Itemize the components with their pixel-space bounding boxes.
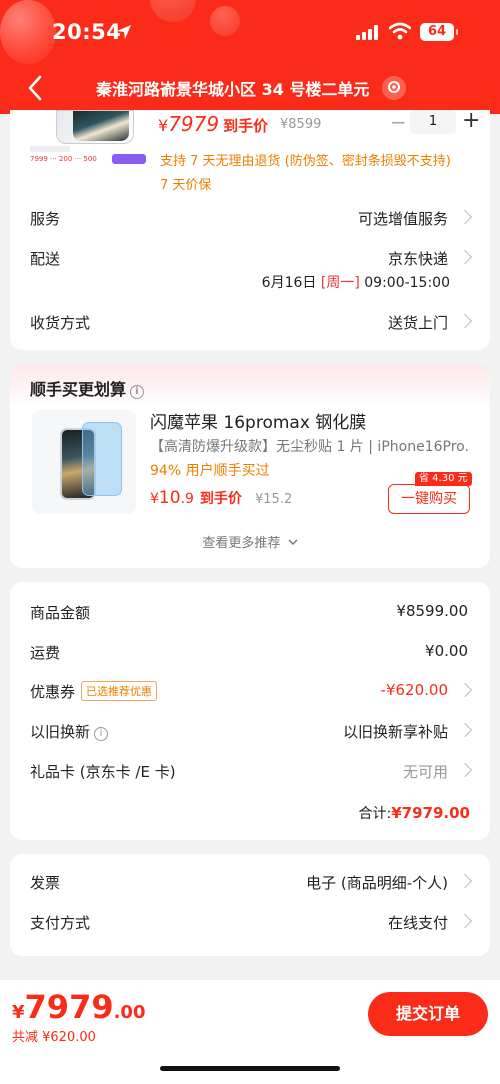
recommend-price: ¥10.9 到手价 <box>150 488 242 508</box>
subtotal: 合计:¥7979.00 <box>358 804 470 822</box>
recommend-original-price: ¥15.2 <box>255 492 293 507</box>
service-row[interactable]: 服务 可选增值服务 <box>30 208 473 232</box>
submit-order-button[interactable]: 提交订单 <box>368 992 488 1036</box>
trade-in-row[interactable]: 以旧换新 i 以旧换新享补贴 <box>30 721 473 745</box>
chevron-right-icon <box>457 873 473 889</box>
screen-protector-image[interactable] <box>32 410 136 514</box>
recommend-buyers-rate: 94% 用户顺手买过 <box>150 463 270 479</box>
receive-method-row[interactable]: 收货方式 送货上门 <box>30 312 473 336</box>
chevron-right-icon <box>457 209 473 225</box>
delivery-row[interactable]: 配送 京东快递 <box>30 248 473 272</box>
status-bar: 20:54 64 <box>0 0 500 64</box>
chevron-right-icon <box>457 913 473 929</box>
battery-icon: 64 <box>420 23 458 41</box>
nav-bar: 秦淮河路嵛景华城小区 34 号楼二单元 <box>0 66 500 110</box>
save-badge: 省 4.30 元 <box>415 472 472 486</box>
product-price: ¥7979 到手价 <box>158 112 269 136</box>
invoice-payment-card: 发票 电子 (商品明细-个人) 支付方式 在线支付 <box>10 854 490 956</box>
increase-button[interactable]: + <box>462 110 480 132</box>
map-pin-icon[interactable] <box>382 76 406 100</box>
invoice-row[interactable]: 发票 电子 (商品明细-个人) <box>30 872 473 896</box>
one-click-buy-button[interactable]: 一键购买 <box>388 484 470 514</box>
quantity-input[interactable]: 1 <box>410 110 456 134</box>
shipping-row: 运费 ¥0.00 <box>30 642 468 662</box>
info-icon[interactable]: i <box>130 385 145 399</box>
chevron-down-icon <box>288 539 298 546</box>
coupon-row[interactable]: 优惠券 已选推荐优惠 -¥620.00 <box>30 681 473 705</box>
quantity-stepper: − 1 + <box>390 110 480 138</box>
chevron-right-icon <box>457 762 473 778</box>
delivery-time: 6月16日 [周一] 09:00-15:00 <box>261 275 450 291</box>
recommend-product-subtitle: 【高清防爆升级款】无尘秒贴 1 片 | iPhone16Pro... <box>150 439 470 455</box>
recommend-card: 顺手买更划算 i 闪魔苹果 16promax 钢化膜 【高清防爆升级款】无尘秒贴 … <box>10 364 490 568</box>
gift-card-row[interactable]: 礼品卡 (京东卡 /E 卡) 无可用 <box>30 761 473 785</box>
decrease-button[interactable]: − <box>390 110 407 134</box>
more-recommend-link[interactable]: 查看更多推荐 <box>10 532 490 551</box>
bottom-bar: ¥7979.00 共减 ¥620.00 提交订单 <box>0 980 500 1084</box>
chevron-right-icon <box>457 722 473 738</box>
header-bar: 20:54 64 秦淮河路嵛景华城小区 34 号楼二单元 <box>0 0 500 114</box>
price-protection-notice: 7 天价保 <box>160 178 212 193</box>
price-detail-card: 商品金额 ¥8599.00 运费 ¥0.00 优惠券 已选推荐优惠 -¥620.0… <box>10 582 490 840</box>
chevron-right-icon <box>457 682 473 698</box>
chevron-right-icon <box>457 313 473 329</box>
recommend-title: 顺手买更划算 i <box>30 376 145 400</box>
goods-amount-row: 商品金额 ¥8599.00 <box>30 602 468 622</box>
return-policy-notice: 支持 7 天无理由退货 (防伪签、密封条损毁不支持) <box>160 154 451 169</box>
product-original-price: ¥8599 <box>280 117 322 132</box>
home-indicator <box>160 1066 340 1071</box>
back-arrow-icon[interactable] <box>24 74 48 102</box>
delivery-address[interactable]: 秦淮河路嵛景华城小区 34 号楼二单元 <box>96 76 369 100</box>
chevron-right-icon <box>457 249 473 265</box>
promo-strip-image: 7999 ··· 200 ··· 500 <box>30 146 148 168</box>
film-sheet-image <box>82 422 122 496</box>
wifi-icon <box>389 22 411 40</box>
cellular-signal-icon <box>356 24 380 40</box>
final-price: ¥7979.00 <box>12 988 146 1026</box>
recommend-product-name[interactable]: 闪魔苹果 16promax 钢化膜 <box>150 408 366 433</box>
coupon-tag: 已选推荐优惠 <box>81 681 158 701</box>
location-arrow-icon <box>117 25 131 39</box>
product-image[interactable]: 7999 ··· 200 ··· 500 <box>30 110 148 170</box>
status-time: 20:54 <box>52 20 122 44</box>
info-icon[interactable]: i <box>94 727 109 741</box>
phone-image <box>56 110 134 144</box>
payment-method-row[interactable]: 支付方式 在线支付 <box>30 912 473 936</box>
product-card: 7999 ··· 200 ··· 500 ¥7979 到手价 ¥8599 − 1 … <box>10 110 490 350</box>
total-savings: 共减 ¥620.00 <box>12 1030 96 1045</box>
